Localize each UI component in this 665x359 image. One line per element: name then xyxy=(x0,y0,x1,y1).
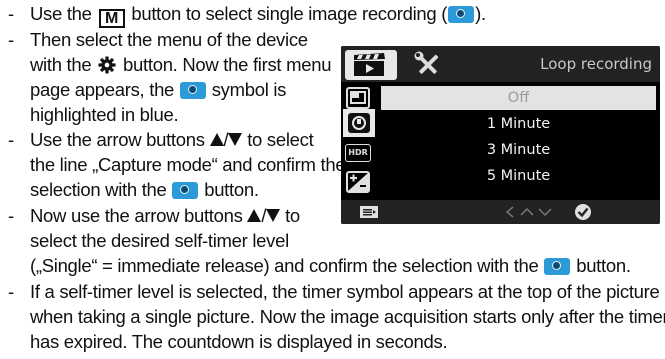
instruction-line-10: select the desired self-timer level xyxy=(30,230,289,251)
clapperboard-icon xyxy=(354,53,385,76)
video-menu-tab xyxy=(345,50,397,80)
instruction-line-7: the line „Capture mode“ and confirm the xyxy=(30,154,346,175)
instruction-line-3: with the button. Now the first menu xyxy=(30,54,332,75)
arrow-up-icon xyxy=(247,209,262,222)
navigation-arrows-icon xyxy=(505,206,552,218)
menu-option-5-minute: 5 Minute xyxy=(486,168,551,184)
camera-icon xyxy=(448,6,475,23)
device-menu-header: Loop recording xyxy=(341,46,660,82)
bullet-dash: - xyxy=(8,281,15,302)
arrow-down-icon xyxy=(228,133,243,146)
menu-option-1-minute: 1 Minute xyxy=(486,116,551,132)
exposure-icon xyxy=(346,171,370,193)
instruction-line-13: when taking a single picture. Now the im… xyxy=(30,306,665,327)
camera-icon xyxy=(179,82,206,99)
device-menu-title: Loop recording xyxy=(540,55,652,73)
bullet-dash: - xyxy=(8,129,15,150)
instruction-line-14: has expired. The countdown is displayed … xyxy=(30,331,448,352)
bullet-dash: - xyxy=(8,3,15,24)
menu-option-3-minute: 3 Minute xyxy=(486,142,551,158)
device-menu-footer xyxy=(341,200,660,224)
instruction-line-8: selection with the button. xyxy=(30,179,259,200)
camera-icon xyxy=(544,258,571,275)
instruction-line-11: („Single“ = immediate release) and confi… xyxy=(30,255,631,276)
instruction-line-9: Now use the arrow buttons / to xyxy=(30,205,300,226)
camera-icon xyxy=(172,182,199,199)
menu-icon xyxy=(360,206,378,218)
instruction-line-5: highlighted in blue. xyxy=(30,104,179,125)
instruction-line-6: Use the arrow buttons / to select xyxy=(30,129,314,150)
instruction-line-2: Then select the menu of the device xyxy=(30,29,308,50)
hdr-icon: HDR xyxy=(345,144,371,162)
arrow-up-icon xyxy=(209,133,224,146)
bullet-dash: - xyxy=(8,29,15,50)
gear-icon xyxy=(98,56,116,74)
tools-icon xyxy=(414,51,439,74)
bullet-dash: - xyxy=(8,205,15,226)
arrow-down-icon xyxy=(266,209,281,222)
confirm-check-icon xyxy=(575,204,591,220)
m-button-icon: M xyxy=(98,9,125,28)
instruction-line-4: page appears, the symbol is xyxy=(30,79,287,100)
loop-recording-highlight xyxy=(343,109,375,137)
menu-option-off: Off xyxy=(381,86,656,110)
device-menu-screen: Loop recording HDR Off 1 Minute 3 Minute… xyxy=(341,46,660,224)
resolution-icon xyxy=(346,87,370,109)
instruction-line-12: If a self-timer level is selected, the t… xyxy=(30,281,660,302)
instruction-line-1: Use the M button to select single image … xyxy=(30,3,486,28)
loop-recording-icon xyxy=(348,113,370,133)
